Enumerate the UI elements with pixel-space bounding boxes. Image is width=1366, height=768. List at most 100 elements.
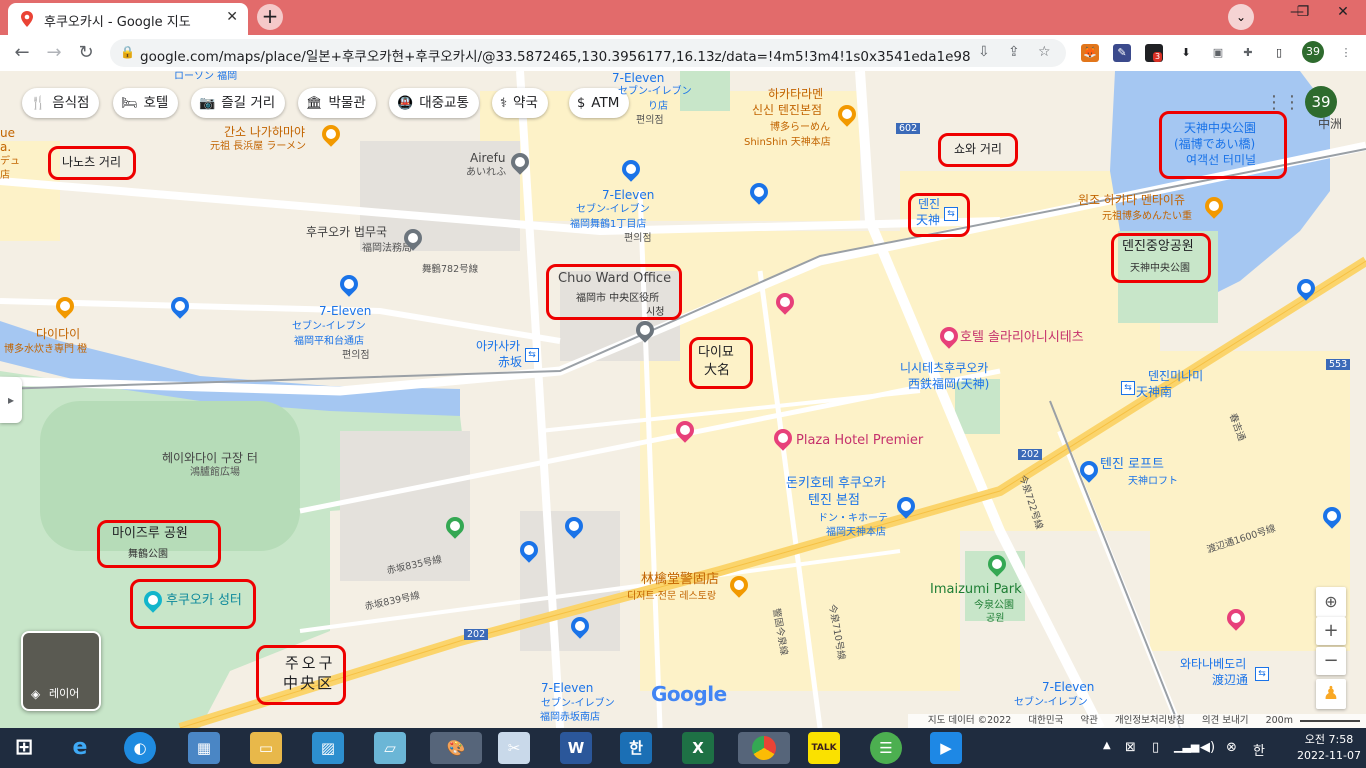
- route-shield: 553: [1326, 359, 1351, 370]
- account-avatar[interactable]: 39: [1305, 86, 1337, 118]
- download-icon[interactable]: ⬇: [1177, 44, 1195, 62]
- category-chip-pharmacy[interactable]: ⚕ 약국: [492, 88, 548, 118]
- map-label: デュ: [0, 156, 20, 167]
- bookmark-star-icon[interactable]: ☆: [1038, 44, 1051, 60]
- layers-button[interactable]: ◈ 레이어: [21, 631, 101, 711]
- tab-search-icon[interactable]: ▣: [1209, 44, 1227, 62]
- ime-indicator[interactable]: 한: [1253, 740, 1265, 759]
- wifi-icon[interactable]: ▁▃▅: [1174, 740, 1199, 753]
- map-label: 7-Eleven: [541, 681, 594, 695]
- map-label: セブン-イレブン: [1014, 697, 1088, 708]
- control-panel-icon[interactable]: ▦: [188, 732, 220, 764]
- map-label: 元祖 長浜屋 ラーメン: [210, 141, 306, 152]
- windows-start-icon[interactable]: ⊞: [8, 732, 40, 764]
- address-bar[interactable]: 🔒 google.com/maps/place/일본+후쿠오카현+후쿠오카시/@…: [110, 39, 1066, 67]
- map-canvas[interactable]: 🍴 음식점 🛏 호텔 📷 즐길 거리 🏛 박물관 🚇 대중교통 ⚕ 약국 $ ATM ⋮⋮⋮ …: [0, 71, 1366, 728]
- zoom-in-button[interactable]: +: [1316, 617, 1346, 645]
- paint-icon[interactable]: 🎨: [430, 732, 482, 764]
- map-label: 덴진미나미: [1148, 369, 1204, 383]
- extension-badge-count: 3: [1153, 52, 1163, 62]
- kakaotalk-icon[interactable]: TALK: [808, 732, 840, 764]
- battery-icon[interactable]: ▯: [1152, 740, 1159, 755]
- map-label: 中洲: [1318, 117, 1343, 131]
- category-chip-restaurants[interactable]: 🍴 음식점: [22, 88, 100, 118]
- map-label: 今泉公園: [974, 600, 1014, 611]
- map-label: 편의점: [636, 115, 664, 126]
- map-label: ShinShin 天神本店: [744, 137, 831, 148]
- map-label-tenjin-central-park: 덴진중앙공원: [1122, 239, 1194, 254]
- subway-station-icon[interactable]: ⇆: [1255, 667, 1269, 681]
- tray-expand-icon[interactable]: ▲: [1103, 740, 1111, 751]
- side-panel-icon[interactable]: ▯: [1270, 44, 1288, 62]
- chip-label: ATM: [591, 95, 620, 111]
- excel-icon[interactable]: X: [682, 732, 714, 764]
- url-text[interactable]: google.com/maps/place/일본+후쿠오카현+후쿠오카시/@33…: [140, 45, 970, 65]
- category-chip-museums[interactable]: 🏛 박물관: [298, 88, 376, 118]
- close-window-button[interactable]: ✕: [1320, 0, 1366, 28]
- map-label: 편의점: [624, 233, 652, 244]
- media-player-icon[interactable]: ▶: [930, 732, 962, 764]
- chrome-icon[interactable]: [738, 732, 790, 764]
- extension-icon[interactable]: ✎: [1113, 44, 1131, 62]
- map-label: 7-Eleven: [602, 188, 655, 202]
- extension-badge-icon[interactable]: 3: [1145, 44, 1163, 62]
- browser-tab[interactable]: 후쿠오카시 - Google 지도 ✕: [8, 3, 248, 35]
- map-footer: 지도 데이터 ©2022 대한민국 약관 개인정보처리방침 의견 보내기 200…: [907, 714, 1366, 728]
- tab-close-icon[interactable]: ✕: [226, 9, 238, 25]
- tab-strip: 후쿠오카시 - Google 지도 ✕ + ⌄ — ❐ ✕: [0, 0, 1366, 35]
- puzzle-extensions-icon[interactable]: ✚: [1239, 44, 1257, 62]
- map-label: 店: [0, 170, 10, 181]
- map-label: 호텔 솔라리아니시테츠: [960, 330, 1084, 345]
- expand-panel-button[interactable]: ▸: [0, 377, 22, 423]
- terms-link[interactable]: 약관: [1080, 715, 1097, 726]
- map-label: 天神中央公園: [1184, 121, 1257, 135]
- map-label: 福岡赤坂南店: [540, 712, 600, 723]
- my-location-button[interactable]: ⊕: [1316, 587, 1346, 617]
- photo-viewer-icon[interactable]: ▨: [312, 732, 344, 764]
- map-label-chuo-ku: 주오구: [285, 654, 336, 672]
- zoom-out-button[interactable]: −: [1316, 647, 1346, 675]
- clock[interactable]: 오전 7:58 2022-11-07: [1297, 732, 1361, 764]
- do-not-disturb-icon[interactable]: ⊗: [1226, 740, 1237, 755]
- notepad-icon[interactable]: ▱: [374, 732, 406, 764]
- privacy-link[interactable]: 개인정보처리방침: [1115, 715, 1185, 726]
- volume-icon[interactable]: ◀): [1200, 740, 1215, 755]
- chip-label: 음식점: [52, 95, 90, 111]
- subway-station-icon[interactable]: ⇆: [944, 207, 958, 221]
- hangul-icon[interactable]: 한: [620, 732, 652, 764]
- map-label: 舞鶴公園: [128, 549, 168, 560]
- edge-icon[interactable]: ◐: [124, 732, 156, 764]
- new-tab-button[interactable]: +: [257, 4, 283, 30]
- snipping-tool-icon[interactable]: ✂: [498, 732, 530, 764]
- word-icon[interactable]: W: [560, 732, 592, 764]
- map-label: 博多らーめん: [770, 122, 830, 133]
- network-warning-icon[interactable]: ⊠: [1125, 740, 1136, 755]
- country-link[interactable]: 대한민국: [1028, 715, 1063, 726]
- category-chip-hotels[interactable]: 🛏 호텔: [113, 88, 179, 118]
- category-chip-things-to-do[interactable]: 📷 즐길 거리: [191, 88, 286, 118]
- forward-arrow-icon[interactable]: →: [42, 41, 66, 65]
- clock-date: 2022-11-07: [1297, 749, 1361, 762]
- chip-label: 약국: [513, 95, 538, 111]
- internet-explorer-icon[interactable]: e: [64, 732, 96, 764]
- chrome-logo: [752, 736, 776, 760]
- scale-bar[interactable]: 200m: [1266, 715, 1293, 726]
- chevron-down-icon[interactable]: ⌄: [1228, 4, 1254, 30]
- map-label-chuo-ward-office: Chuo Ward Office: [558, 271, 672, 286]
- more-menu-icon[interactable]: ⋮: [1337, 44, 1355, 62]
- install-icon[interactable]: ⇩: [978, 44, 990, 60]
- subway-station-icon[interactable]: ⇆: [525, 348, 539, 362]
- metamask-extension-icon[interactable]: 🦊: [1081, 44, 1099, 62]
- profile-avatar[interactable]: 39: [1302, 41, 1324, 63]
- reload-icon[interactable]: ↻: [74, 41, 98, 65]
- category-chip-transit[interactable]: 🚇 대중교통: [389, 88, 479, 118]
- street-view-pegman-icon[interactable]: ♟: [1316, 679, 1346, 709]
- map-label-fukuoka-castle: 후쿠오카 성터: [166, 593, 242, 608]
- subway-station-icon[interactable]: ⇆: [1121, 381, 1135, 395]
- feedback-link[interactable]: 의견 보내기: [1202, 715, 1249, 726]
- map-label: Plaza Hotel Premier: [796, 433, 924, 448]
- back-arrow-icon[interactable]: ←: [10, 41, 34, 65]
- share-icon[interactable]: ⇪: [1008, 44, 1020, 60]
- file-explorer-icon[interactable]: ▭: [250, 732, 282, 764]
- messenger-icon[interactable]: ☰: [870, 732, 902, 764]
